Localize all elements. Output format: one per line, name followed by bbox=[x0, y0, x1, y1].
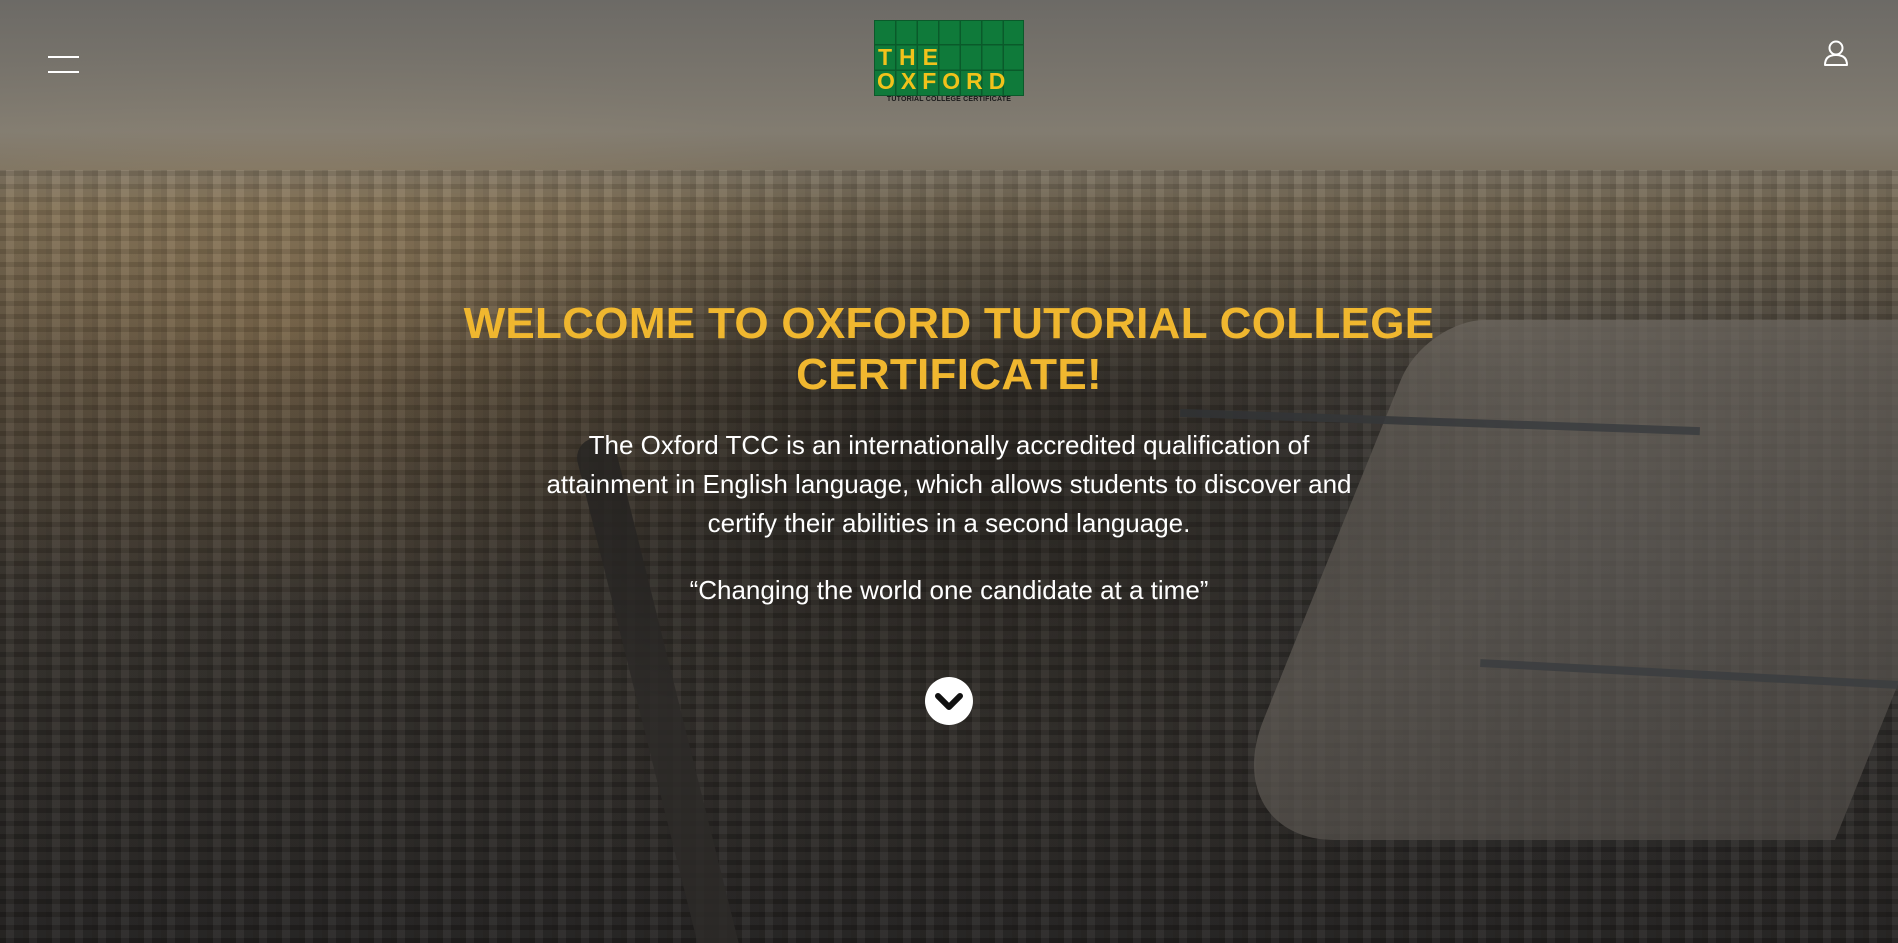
scroll-down-button[interactable] bbox=[925, 677, 973, 725]
logo-line-2: OXFORD bbox=[877, 68, 1012, 94]
chevron-down-circle-icon bbox=[935, 693, 963, 710]
hero-title: WELCOME TO OXFORD TUTORIAL COLLEGE CERTI… bbox=[463, 299, 1435, 399]
logo-line-1: THE bbox=[878, 44, 945, 70]
user-account-icon bbox=[1824, 40, 1848, 66]
hero-description: The Oxford TCC is an internationally acc… bbox=[546, 430, 1352, 538]
site-logo[interactable]: THE OXFORD TUTORIAL COLLEGE CERTIFICATE bbox=[874, 20, 1024, 106]
hero-quote: “Changing the world one candidate at a t… bbox=[689, 575, 1209, 605]
logo-grid: THE OXFORD bbox=[874, 20, 1024, 96]
hero-content: WELCOME TO OXFORD TUTORIAL COLLEGE CERTI… bbox=[449, 298, 1449, 607]
hamburger-menu-icon-bar bbox=[48, 71, 79, 73]
logo-caption: TUTORIAL COLLEGE CERTIFICATE bbox=[886, 96, 1012, 103]
menu-button[interactable] bbox=[48, 54, 82, 78]
user-account-button[interactable] bbox=[1822, 39, 1850, 67]
hamburger-menu-icon bbox=[48, 56, 79, 58]
